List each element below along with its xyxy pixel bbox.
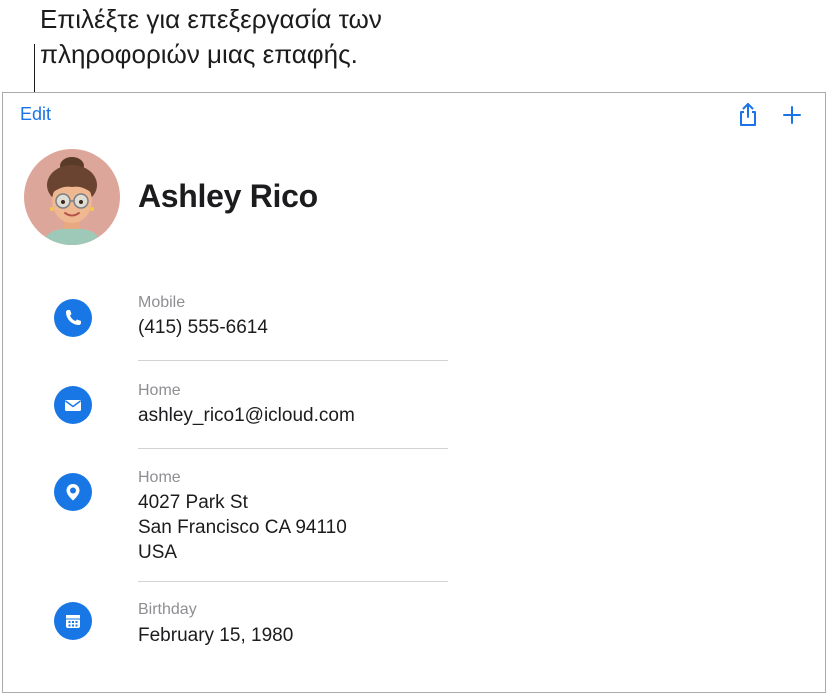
birthday-label: Birthday [138, 601, 197, 618]
phone-value[interactable]: (415) 555-6614 [138, 315, 268, 340]
separator [138, 360, 448, 361]
separator [138, 448, 448, 449]
contact-card [2, 92, 826, 693]
share-icon[interactable] [736, 102, 760, 128]
callout-line-1: Επιλέξτε για επεξεργασία των [40, 4, 382, 34]
callout-text: Επιλέξτε για επεξεργασία των πληροφοριών… [40, 2, 560, 72]
phone-icon[interactable] [54, 299, 92, 337]
email-label: Home [138, 382, 181, 399]
plus-icon[interactable] [780, 102, 804, 128]
memoji-avatar [42, 157, 102, 245]
address-line-1: 4027 Park St [138, 492, 248, 513]
contact-avatar [24, 149, 120, 245]
envelope-icon[interactable] [54, 386, 92, 424]
phone-label: Mobile [138, 294, 186, 311]
address-value[interactable]: 4027 Park St San Francisco CA 94110 USA [138, 490, 347, 565]
edit-button[interactable]: Edit [20, 104, 51, 125]
address-line-3: USA [138, 542, 178, 563]
map-pin-icon[interactable] [54, 473, 92, 511]
address-line-2: San Francisco CA 94110 [138, 517, 347, 538]
calendar-icon [54, 602, 92, 640]
address-label: Home [138, 469, 181, 486]
callout-line-2: πληροφοριών μιας επαφής. [40, 39, 358, 69]
birthday-value: February 15, 1980 [138, 625, 294, 646]
separator [138, 581, 448, 582]
email-value[interactable]: ashley_rico1@icloud.com [138, 403, 355, 428]
contact-name: Ashley Rico [138, 178, 318, 214]
